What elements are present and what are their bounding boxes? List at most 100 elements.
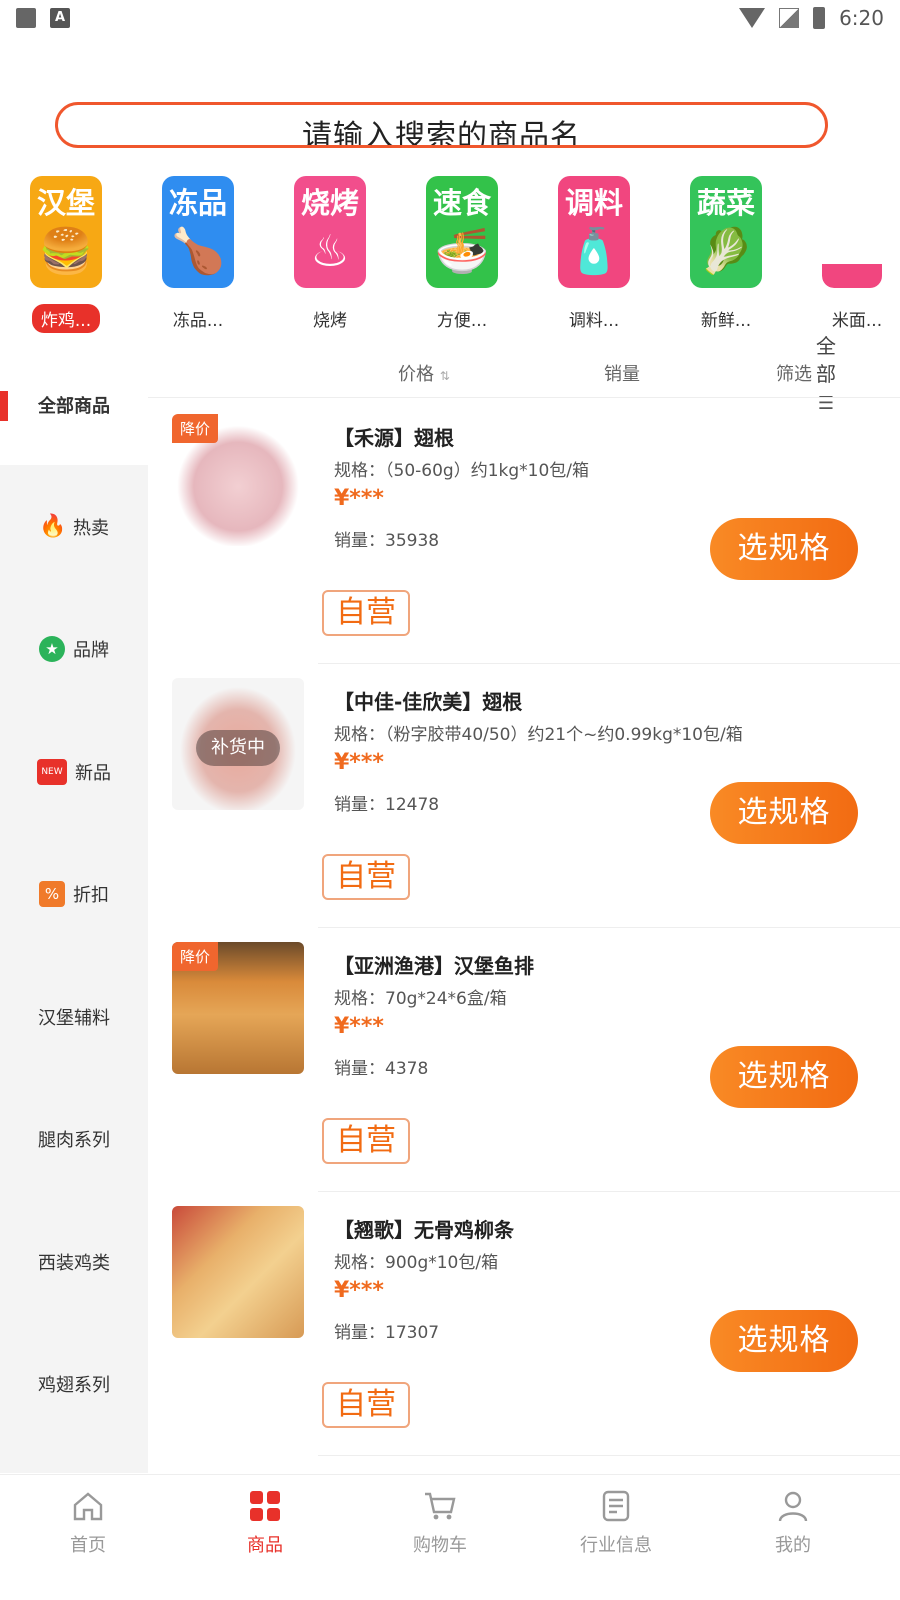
category-tile: 冻品 🍗 xyxy=(162,176,234,288)
category-strip: 汉堡 🍔 炸鸡... 冻品 🍗 冻品... 烧烤 ♨ 烧烤 速食 🍜 方便...… xyxy=(0,170,900,414)
product-image: 降价 xyxy=(172,414,304,546)
self-operated-tag: 自营 xyxy=(322,1118,410,1164)
select-spec-button[interactable]: 选规格 xyxy=(710,1046,858,1108)
divider xyxy=(318,1455,900,1456)
price-drop-badge: 降价 xyxy=(172,414,219,443)
sidebar-item-label: 折扣 xyxy=(73,885,109,906)
category-item-vegetable[interactable]: 蔬菜 🥬 新鲜... xyxy=(690,176,762,331)
sidebar-item-label: 汉堡辅料 xyxy=(38,1008,110,1029)
grill-icon: ♨ xyxy=(310,226,350,277)
grid-icon xyxy=(250,1491,280,1521)
rice-bowl-icon xyxy=(822,264,882,288)
category-label: 新鲜... xyxy=(700,311,752,331)
sidebar-item-burger-ingredients[interactable]: 汉堡辅料 xyxy=(0,957,148,1077)
product-price: ¥*** xyxy=(334,486,384,511)
category-item-rice[interactable]: 米面... xyxy=(822,176,892,331)
category-tile: 汉堡 🍔 xyxy=(30,176,102,288)
nav-industry-info[interactable]: 行业信息 xyxy=(556,1489,676,1557)
sauce-bottle-icon: 🧴 xyxy=(566,226,622,277)
user-icon xyxy=(778,1491,808,1522)
filter-button[interactable]: 筛选 xyxy=(776,360,812,386)
category-tile xyxy=(822,176,892,288)
price-drop-badge: 降价 xyxy=(172,942,219,971)
sidebar-item-label: 西装鸡类 xyxy=(38,1253,110,1274)
image-notification-icon xyxy=(16,8,36,28)
bottom-navigation: 首页 商品 购物车 行业信息 我的 xyxy=(0,1474,900,1600)
product-price: ¥*** xyxy=(334,1278,384,1303)
search-input[interactable]: 请输入搜索的商品名 xyxy=(55,102,828,148)
category-tile: 蔬菜 🥬 xyxy=(690,176,762,288)
new-tag-icon: NEW xyxy=(37,759,67,785)
battery-icon xyxy=(813,7,826,29)
select-spec-button[interactable]: 选规格 xyxy=(710,518,858,580)
product-spec: 规格：（粉字胶带40/50）约21个~约0.99kg*10包/箱 xyxy=(334,725,743,745)
sort-price-button[interactable]: 价格 ⇅ xyxy=(398,360,450,386)
wifi-icon xyxy=(739,8,766,28)
nav-mine[interactable]: 我的 xyxy=(733,1489,853,1557)
product-price: ¥*** xyxy=(334,1014,384,1039)
product-card[interactable]: 补货中 【中佳-佳欣美】翅根 规格：（粉字胶带40/50）约21个~约0.99k… xyxy=(148,664,900,928)
category-tile: 烧烤 ♨ xyxy=(294,176,366,288)
category-item-seasoning[interactable]: 调料 🧴 调料... xyxy=(558,176,630,331)
sidebar-item-discount[interactable]: % 折扣 xyxy=(0,834,148,954)
product-spec: 规格：70g*24*6盒/箱 xyxy=(334,989,507,1009)
category-label: 调料... xyxy=(568,311,620,331)
sidebar-item-whole-chicken[interactable]: 西装鸡类 xyxy=(0,1202,148,1322)
home-icon xyxy=(73,1492,103,1521)
sidebar-item-all[interactable]: 全部商品 xyxy=(0,345,148,465)
nav-products[interactable]: 商品 xyxy=(205,1489,325,1557)
category-item-instant[interactable]: 速食 🍜 方便... xyxy=(426,176,498,331)
product-sales: 销量：12478 xyxy=(334,795,440,815)
self-operated-tag: 自营 xyxy=(322,854,410,900)
cart-icon xyxy=(425,1492,456,1520)
status-time: 6:20 xyxy=(839,6,884,30)
category-label: 米面... xyxy=(831,311,883,331)
search-placeholder: 请输入搜索的商品名 xyxy=(302,119,581,148)
category-sidebar: 全部商品 🔥 热卖 ★ 品牌 NEW 新品 % 折扣 汉堡辅料 腿肉系列 西装鸡… xyxy=(0,345,148,1473)
category-label: 烧烤 xyxy=(313,311,347,331)
vegetable-icon: 🥬 xyxy=(698,226,754,277)
product-name: 【亚洲渔港】汉堡鱼排 xyxy=(334,954,534,978)
product-image: 补货中 xyxy=(172,678,304,810)
sidebar-item-leg-meat[interactable]: 腿肉系列 xyxy=(0,1079,148,1199)
product-sales: 销量：17307 xyxy=(334,1323,440,1343)
sidebar-item-label: 品牌 xyxy=(73,640,109,661)
product-name: 【禾源】翅根 xyxy=(334,426,454,450)
self-operated-tag: 自营 xyxy=(322,590,410,636)
product-card[interactable]: 降价 【禾源】翅根 规格：（50-60g）约1kg*10包/箱 ¥*** 销量：… xyxy=(148,400,900,664)
category-tile: 调料 🧴 xyxy=(558,176,630,288)
product-card[interactable]: 【翘歌】无骨鸡柳条 规格：900g*10包/箱 ¥*** 销量：17307 选规… xyxy=(148,1192,900,1456)
flame-icon: 🔥 xyxy=(39,514,67,539)
sort-bar: 价格 ⇅ 销量 筛选 xyxy=(148,350,900,398)
document-icon xyxy=(602,1490,630,1522)
sidebar-item-label: 热卖 xyxy=(73,518,109,539)
category-item-burger[interactable]: 汉堡 🍔 炸鸡... xyxy=(30,176,102,333)
status-bar: A 6:20 xyxy=(0,0,900,36)
category-label: 炸鸡... xyxy=(31,304,101,333)
sidebar-item-brand[interactable]: ★ 品牌 xyxy=(0,589,148,709)
restocking-overlay: 补货中 xyxy=(196,730,280,766)
product-spec: 规格：（50-60g）约1kg*10包/箱 xyxy=(334,461,589,481)
select-spec-button[interactable]: 选规格 xyxy=(710,1310,858,1372)
discount-tag-icon: % xyxy=(39,881,65,907)
signal-icon xyxy=(779,8,800,28)
category-tile: 速食 🍜 xyxy=(426,176,498,288)
nav-cart[interactable]: 购物车 xyxy=(380,1489,500,1557)
product-image xyxy=(172,1206,304,1338)
product-image: 降价 xyxy=(172,942,304,1074)
sidebar-item-hot[interactable]: 🔥 热卖 xyxy=(0,467,148,587)
product-sales: 销量：35938 xyxy=(334,531,440,551)
sidebar-item-wings[interactable]: 鸡翅系列 xyxy=(0,1324,148,1444)
category-item-frozen[interactable]: 冻品 🍗 冻品... xyxy=(162,176,234,331)
select-spec-button[interactable]: 选规格 xyxy=(710,782,858,844)
product-card[interactable]: 降价 【亚洲渔港】汉堡鱼排 规格：70g*24*6盒/箱 ¥*** 销量：437… xyxy=(148,928,900,1192)
product-name: 【中佳-佳欣美】翅根 xyxy=(334,690,523,714)
category-item-bbq[interactable]: 烧烤 ♨ 烧烤 xyxy=(294,176,366,331)
sidebar-item-label: 腿肉系列 xyxy=(38,1130,110,1151)
sort-sales-button[interactable]: 销量 xyxy=(604,360,640,386)
sidebar-item-new[interactable]: NEW 新品 xyxy=(0,712,148,832)
sort-arrows-icon: ⇅ xyxy=(439,369,450,383)
award-icon: ★ xyxy=(39,636,65,662)
nav-home[interactable]: 首页 xyxy=(28,1489,148,1557)
burger-icon: 🍔 xyxy=(38,226,94,277)
